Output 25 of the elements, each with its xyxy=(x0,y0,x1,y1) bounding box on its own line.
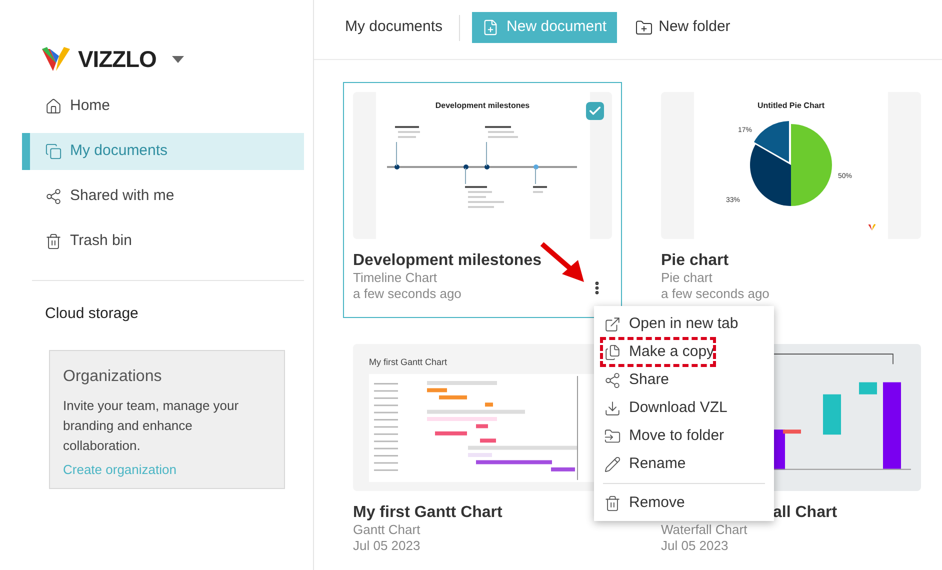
document-title[interactable]: all Chart xyxy=(773,503,838,522)
nav-item[interactable]: Trash bin xyxy=(22,223,304,260)
card-title: Organizations xyxy=(63,366,163,386)
brand-name: VIZZLO xyxy=(78,45,156,74)
document-type: Timeline Chart xyxy=(353,270,438,286)
document-type: Gantt Chart xyxy=(353,522,420,538)
document-time: a few seconds ago xyxy=(353,286,462,302)
nav-item[interactable]: Home xyxy=(22,88,304,125)
breadcrumb[interactable]: My documents xyxy=(345,16,443,39)
document-title[interactable]: My first Gantt Chart xyxy=(353,503,502,522)
thumbnail-title: My first Gantt Chart xyxy=(369,356,448,369)
document-title[interactable]: Pie chart xyxy=(661,251,729,270)
document-title[interactable]: Development milestones xyxy=(353,251,542,270)
thumbnail-title: Untitled Pie Chart xyxy=(757,100,825,112)
nav-item[interactable]: Shared with me xyxy=(22,178,304,215)
new-folder-button[interactable]: New folder xyxy=(632,12,732,43)
document-type: Waterfall Chart xyxy=(661,522,748,538)
card-text: Invite your team, manage your branding and enhance collaboration. xyxy=(63,396,240,454)
document-time: a few seconds ago xyxy=(661,286,770,302)
document-time: Jul 05 2023 xyxy=(353,538,420,554)
document-type: Pie chart xyxy=(661,270,712,286)
document-card[interactable]: Development milestones Development milestones Timeline Chart a few seconds ago xyxy=(343,82,622,318)
section-heading: Cloud storage xyxy=(44,304,140,324)
thumbnail-title: Development milestones xyxy=(435,100,530,112)
document-time: Jul 05 2023 xyxy=(661,538,728,554)
